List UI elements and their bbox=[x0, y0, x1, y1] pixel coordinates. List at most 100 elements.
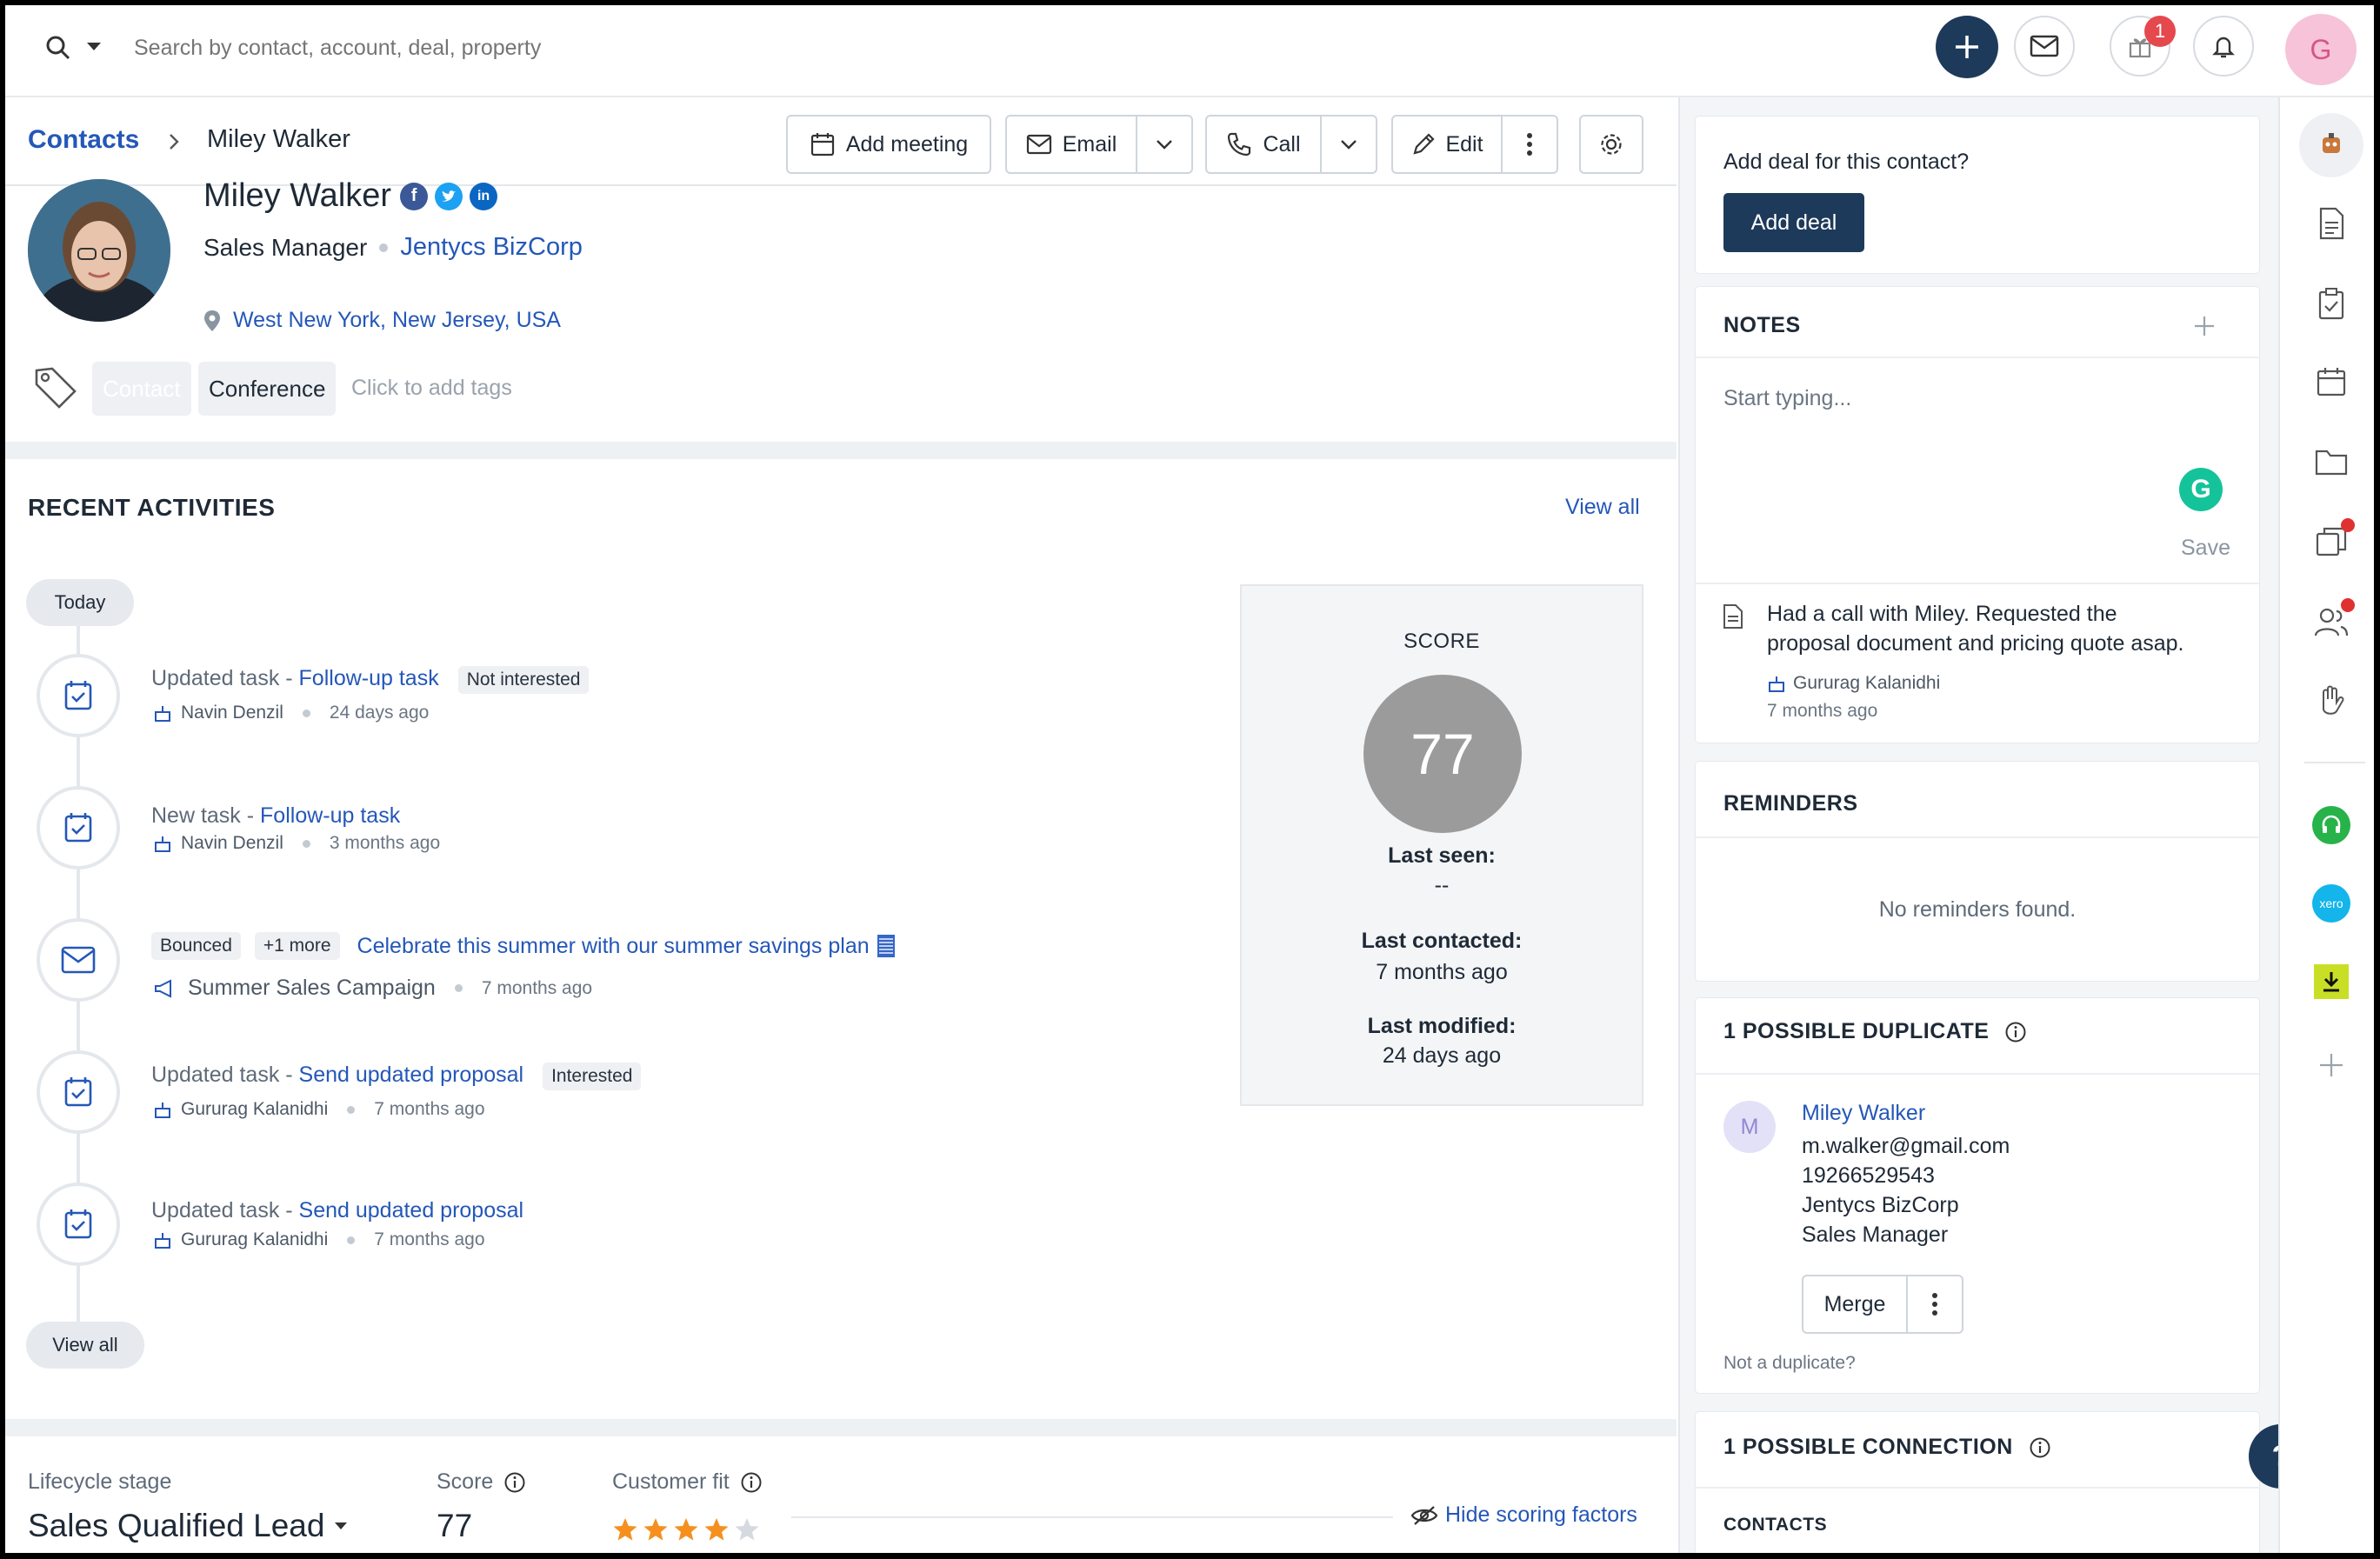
twitter-icon[interactable] bbox=[435, 182, 463, 210]
duplicate-avatar: M bbox=[1723, 1101, 1776, 1153]
search-icon[interactable] bbox=[43, 33, 73, 63]
contact-name: Miley Walker bbox=[203, 177, 392, 214]
hand-wave-icon[interactable] bbox=[2311, 680, 2351, 720]
activities-view-all-link[interactable]: View all bbox=[1565, 495, 1640, 520]
lifecycle-stage-dropdown[interactable]: Sales Qualified Lead bbox=[28, 1508, 349, 1544]
duplicate-name-link[interactable]: Miley Walker bbox=[1802, 1101, 1925, 1126]
activity-time: 24 days ago bbox=[329, 703, 430, 723]
notes-divider bbox=[1696, 356, 2259, 358]
phone-icon bbox=[1228, 132, 1251, 157]
possible-connection-card: 1 POSSIBLE CONNECTION CONTACTS bbox=[1696, 1412, 2259, 1553]
hide-scoring-factors-link[interactable]: Hide scoring factors bbox=[1410, 1502, 1637, 1528]
add-app-icon[interactable] bbox=[2311, 1045, 2351, 1085]
customer-fit-label: Customer fit bbox=[612, 1469, 730, 1494]
duplicate-divider bbox=[1696, 1073, 2259, 1075]
email-subject-link[interactable]: Celebrate this summer with our summer sa… bbox=[357, 934, 870, 959]
lifecycle-stage-label: Lifecycle stage bbox=[28, 1469, 172, 1494]
activity-user: Navin Denzil bbox=[181, 833, 283, 853]
activity-task-link[interactable]: Send updated proposal bbox=[299, 1198, 524, 1223]
download-app-icon[interactable] bbox=[2311, 962, 2351, 1002]
activity-item: Updated task - Follow-up task Not interes… bbox=[151, 666, 590, 694]
headset-app-icon[interactable] bbox=[2311, 805, 2351, 845]
score-card-title: SCORE bbox=[1403, 630, 1480, 653]
info-icon[interactable] bbox=[2029, 1436, 2051, 1459]
note-save-button[interactable]: Save bbox=[2181, 536, 2230, 561]
lifecycle-stage-value: Sales Qualified Lead bbox=[28, 1508, 325, 1543]
tag-label: Conference bbox=[209, 375, 326, 402]
notes-divider bbox=[1696, 583, 2259, 584]
activity-task-link[interactable]: Follow-up task bbox=[299, 666, 439, 690]
grammarly-icon[interactable]: G bbox=[2179, 468, 2223, 511]
activity-status-badge: Not interested bbox=[457, 666, 590, 694]
activity-time: 3 months ago bbox=[329, 833, 441, 853]
activity-task-link[interactable]: Follow-up task bbox=[260, 803, 400, 828]
facebook-icon[interactable]: f bbox=[400, 182, 429, 210]
hide-scoring-label: Hide scoring factors bbox=[1445, 1502, 1637, 1527]
assistant-avatar-icon[interactable] bbox=[2299, 113, 2363, 177]
duplicate-title: Sales Manager bbox=[1802, 1223, 1949, 1247]
contact-company-link[interactable]: Jentycs BizCorp bbox=[400, 233, 583, 262]
merge-button[interactable]: Merge bbox=[1802, 1275, 1908, 1334]
mail-button[interactable] bbox=[2014, 16, 2075, 77]
activity-time: 7 months ago bbox=[374, 1099, 485, 1119]
linkedin-icon[interactable]: in bbox=[470, 182, 498, 210]
reminders-card: REMINDERS No reminders found. bbox=[1696, 762, 2259, 981]
xero-app-icon[interactable]: xero bbox=[2311, 883, 2351, 923]
email-dropdown-button[interactable] bbox=[1136, 115, 1193, 174]
call-button[interactable]: Call bbox=[1205, 115, 1322, 174]
breadcrumb-contacts-link[interactable]: Contacts bbox=[28, 125, 139, 155]
tag-conference[interactable]: Conference bbox=[198, 362, 337, 416]
connection-divider bbox=[1696, 1487, 2259, 1489]
user-avatar[interactable]: G bbox=[2285, 14, 2357, 85]
info-icon[interactable] bbox=[740, 1471, 763, 1494]
duplicate-email: m.walker@gmail.com bbox=[1802, 1134, 2010, 1158]
chat-unread-dot bbox=[2341, 518, 2355, 532]
gear-icon bbox=[1601, 134, 1622, 155]
more-badge[interactable]: +1 more bbox=[254, 932, 340, 960]
notifications-button[interactable] bbox=[2193, 16, 2254, 77]
note-input[interactable]: Start typing... bbox=[1723, 386, 1851, 411]
add-deal-prompt: Add deal for this contact? bbox=[1723, 150, 1970, 174]
add-meeting-button[interactable]: Add meeting bbox=[786, 115, 991, 174]
settings-button[interactable] bbox=[1579, 115, 1643, 174]
duplicate-more-button[interactable] bbox=[1906, 1275, 1963, 1334]
activity-task-node bbox=[37, 1050, 120, 1134]
info-icon[interactable] bbox=[2004, 1021, 2027, 1043]
star-filled-icon bbox=[613, 1518, 637, 1541]
activity-time: 7 months ago bbox=[374, 1229, 485, 1249]
rail-divider bbox=[2304, 762, 2365, 763]
add-deal-button[interactable]: Add deal bbox=[1723, 193, 1864, 252]
chevron-down-icon bbox=[1157, 140, 1172, 150]
edit-button[interactable]: Edit bbox=[1391, 115, 1503, 174]
note-document-icon bbox=[1722, 603, 1744, 630]
task-icon[interactable] bbox=[2311, 283, 2351, 323]
add-deal-label: Add deal bbox=[1750, 210, 1837, 235]
add-note-icon[interactable] bbox=[2191, 313, 2217, 339]
not-duplicate-link[interactable]: Not a duplicate? bbox=[1723, 1353, 1856, 1374]
today-label: Today bbox=[54, 591, 106, 613]
activities-view-all-button[interactable]: View all bbox=[26, 1322, 144, 1369]
activity-item: Updated task - Send updated proposal Inte… bbox=[151, 1063, 642, 1090]
add-tag-input[interactable]: Click to add tags bbox=[351, 376, 512, 401]
edit-label: Edit bbox=[1445, 131, 1483, 157]
rewards-button[interactable]: 1 bbox=[2110, 16, 2176, 77]
call-dropdown-button[interactable] bbox=[1320, 115, 1377, 174]
pencil-icon bbox=[1413, 133, 1436, 155]
customer-fit-rating bbox=[612, 1516, 760, 1542]
contact-location-link[interactable]: West New York, New Jersey, USA bbox=[233, 308, 561, 333]
tag-contact[interactable]: Contact bbox=[92, 362, 191, 416]
email-button[interactable]: Email bbox=[1005, 115, 1137, 174]
global-search-input[interactable] bbox=[132, 26, 918, 70]
calendar-icon[interactable] bbox=[2311, 362, 2351, 402]
info-icon[interactable] bbox=[503, 1471, 526, 1494]
activity-prefix: Updated task - bbox=[151, 1198, 299, 1223]
folder-icon[interactable] bbox=[2311, 442, 2351, 482]
user-cake-icon bbox=[1769, 676, 1784, 692]
activity-task-link[interactable]: Send updated proposal bbox=[299, 1063, 524, 1087]
more-actions-button[interactable] bbox=[1501, 115, 1558, 174]
create-new-button[interactable] bbox=[1936, 16, 1998, 78]
campaign-name: Summer Sales Campaign bbox=[188, 976, 436, 1000]
document-icon[interactable] bbox=[2311, 203, 2351, 243]
activity-task-node bbox=[37, 786, 120, 869]
search-scope-dropdown-icon[interactable] bbox=[85, 40, 103, 54]
